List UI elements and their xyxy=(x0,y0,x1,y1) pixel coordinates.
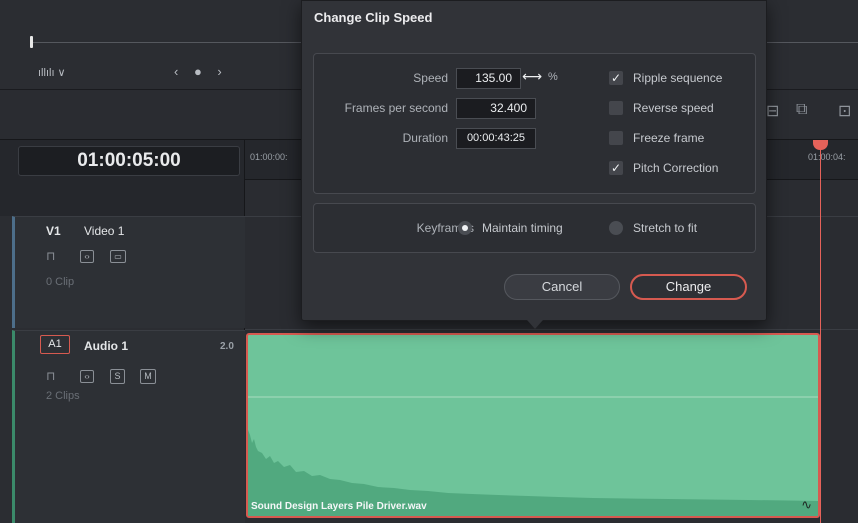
fps-input[interactable]: 32.400 xyxy=(456,98,536,119)
audio-waveform xyxy=(248,396,818,516)
auto-select-icon[interactable]: ‹› xyxy=(80,370,94,383)
fps-label: Frames per second xyxy=(344,101,448,115)
ripple-sequence-checkbox[interactable]: ✓ xyxy=(609,71,623,85)
replace-clip-icon[interactable]: ⊡ xyxy=(838,101,851,123)
speed-label: Speed xyxy=(413,71,448,85)
pitch-correction-checkbox[interactable]: ✓ xyxy=(609,161,623,175)
speed-input[interactable]: 135.00 xyxy=(456,68,521,89)
audio-channel-format: 2.0 xyxy=(220,341,234,352)
link-speed-icon[interactable]: ⟷ xyxy=(522,68,542,85)
audio-clip-name: Sound Design Layers Pile Driver.wav xyxy=(251,501,427,512)
audio-track-header[interactable] xyxy=(12,330,245,523)
change-button[interactable]: Change xyxy=(630,274,747,300)
dialog-pointer xyxy=(527,320,543,329)
reverse-speed-label[interactable]: Reverse speed xyxy=(633,101,714,115)
solo-button[interactable]: S xyxy=(110,369,125,384)
auto-select-icon[interactable]: ‹› xyxy=(80,250,94,263)
freeze-frame-label[interactable]: Freeze frame xyxy=(633,131,704,145)
scrubber-handle[interactable] xyxy=(30,36,33,48)
pitch-correction-label[interactable]: Pitch Correction xyxy=(633,161,718,175)
lock-track-icon[interactable]: ⊓ xyxy=(46,369,55,383)
stretch-to-fit-label[interactable]: Stretch to fit xyxy=(633,221,697,235)
change-clip-speed-dialog: Change Clip Speed Speed 135.00 ⟷ % Frame… xyxy=(301,0,767,321)
ripple-sequence-label[interactable]: Ripple sequence xyxy=(633,71,722,85)
maintain-timing-label[interactable]: Maintain timing xyxy=(482,221,563,235)
lock-track-icon[interactable]: ⊓ xyxy=(46,249,55,263)
audio-track-name[interactable]: Audio 1 xyxy=(84,339,128,353)
freeze-frame-checkbox[interactable] xyxy=(609,131,623,145)
mute-button[interactable]: M xyxy=(140,369,156,384)
speed-unit: % xyxy=(548,71,558,83)
viewer-nav-arrows[interactable]: ‹ ● › xyxy=(174,64,228,79)
ruler-label-start: 01:00:00: xyxy=(250,152,288,162)
track-divider xyxy=(245,329,858,330)
playhead-line[interactable] xyxy=(820,140,821,523)
audio-waveform-menu-icon[interactable]: ıllılı ∨ xyxy=(38,66,66,79)
timeline-timecode[interactable]: 01:00:05:00 xyxy=(18,146,240,176)
audio-clip-count: 2 Clips xyxy=(46,390,80,402)
maintain-timing-radio[interactable] xyxy=(458,221,472,235)
video-track-name[interactable]: Video 1 xyxy=(84,224,124,238)
ruler-label-end: 01:00:04: xyxy=(808,152,846,162)
reverse-speed-checkbox[interactable] xyxy=(609,101,623,115)
video-track-id: V1 xyxy=(46,224,61,238)
stretch-to-fit-radio[interactable] xyxy=(609,221,623,235)
cancel-button[interactable]: Cancel xyxy=(504,274,620,300)
keyframes-label: Keyframes xyxy=(416,221,474,235)
toolbar-tool-icon[interactable]: ⊟ xyxy=(766,101,779,123)
audio-track-id[interactable]: A1 xyxy=(40,335,70,354)
duration-label: Duration xyxy=(402,131,448,145)
duration-input[interactable]: 00:00:43:25 xyxy=(456,128,536,149)
fade-curve-icon[interactable]: ∿ xyxy=(801,497,812,513)
overwrite-clip-icon[interactable]: ⧉ xyxy=(796,101,807,123)
video-clip-count: 0 Clip xyxy=(46,276,75,288)
track-enable-icon[interactable]: ▭ xyxy=(110,250,126,263)
audio-clip[interactable]: Sound Design Layers Pile Driver.wav ∿ xyxy=(246,333,820,518)
dialog-title: Change Clip Speed xyxy=(314,10,433,25)
